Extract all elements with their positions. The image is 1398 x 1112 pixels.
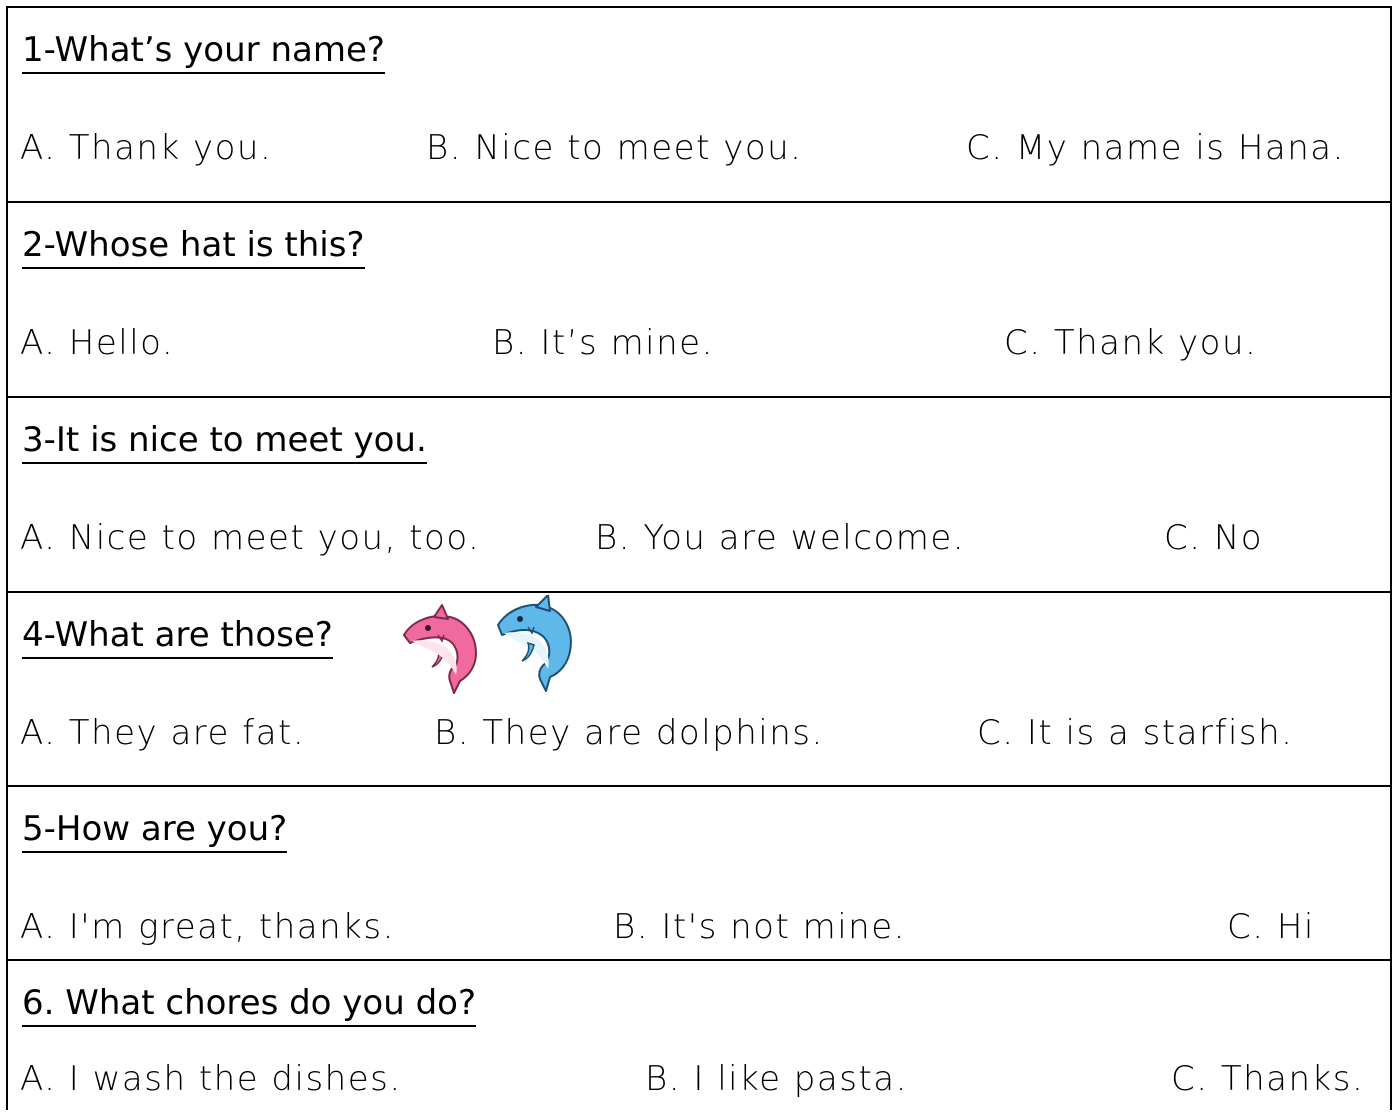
dolphins-image [403, 595, 572, 694]
question-row-2: 2-Whose hat is this? A. Hello. B. It’s m… [8, 203, 1390, 398]
option-b[interactable]: B. I like pasta. [645, 1059, 908, 1099]
question-4: 4-What are those? [22, 615, 333, 659]
option-c[interactable]: C. Thank you. [1004, 323, 1257, 363]
option-a[interactable]: A. They are fat. [20, 713, 305, 753]
question-2: 2-Whose hat is this? [22, 225, 365, 269]
question-1: 1-What’s your name? [22, 30, 385, 74]
option-a[interactable]: A. I wash the dishes. [20, 1059, 402, 1099]
blue-dolphin-icon [497, 595, 572, 692]
question-text: 4-What are those? [22, 615, 333, 659]
question-text: 2-Whose hat is this? [22, 225, 365, 269]
option-c[interactable]: C. No [1164, 518, 1263, 558]
option-c[interactable]: C. It is a starfish. [977, 713, 1293, 753]
question-text: 1-What’s your name? [22, 30, 385, 74]
question-row-3: 3-It is nice to meet you. A. Nice to mee… [8, 398, 1390, 593]
pink-dolphin-icon [403, 604, 477, 694]
option-c[interactable]: C. Thanks. [1171, 1059, 1364, 1099]
option-b[interactable]: B. It's not mine. [613, 907, 906, 947]
option-c[interactable]: C. My name is Hana. [966, 128, 1345, 168]
option-b[interactable]: B. Nice to meet you. [426, 128, 803, 168]
option-a[interactable]: A. I'm great, thanks. [20, 907, 395, 947]
question-row-6: 6. What chores do you do? A. I wash the … [8, 961, 1390, 1112]
question-row-5: 5-How are you? A. I'm great, thanks. B. … [8, 787, 1390, 961]
question-text: 5-How are you? [22, 809, 288, 853]
option-b[interactable]: B. You are welcome. [595, 518, 965, 558]
option-b[interactable]: B. It’s mine. [492, 323, 714, 363]
option-a[interactable]: A. Nice to meet you, too. [20, 518, 480, 558]
question-3: 3-It is nice to meet you. [22, 420, 427, 464]
question-5: 5-How are you? [22, 809, 288, 853]
option-a[interactable]: A. Hello. [20, 323, 174, 363]
quiz-sheet: 1-What’s your name? A. Thank you. B. Nic… [6, 6, 1392, 1110]
question-text: 6. What chores do you do? [22, 983, 477, 1027]
question-row-1: 1-What’s your name? A. Thank you. B. Nic… [8, 8, 1390, 203]
option-b[interactable]: B. They are dolphins. [434, 713, 824, 753]
option-c[interactable]: C. Hi [1227, 907, 1315, 947]
question-row-4: 4-What are those? A. They are fat. B. Th… [8, 593, 1390, 787]
question-text: 3-It is nice to meet you. [22, 420, 427, 464]
question-6: 6. What chores do you do? [22, 983, 477, 1027]
option-a[interactable]: A. Thank you. [20, 128, 272, 168]
